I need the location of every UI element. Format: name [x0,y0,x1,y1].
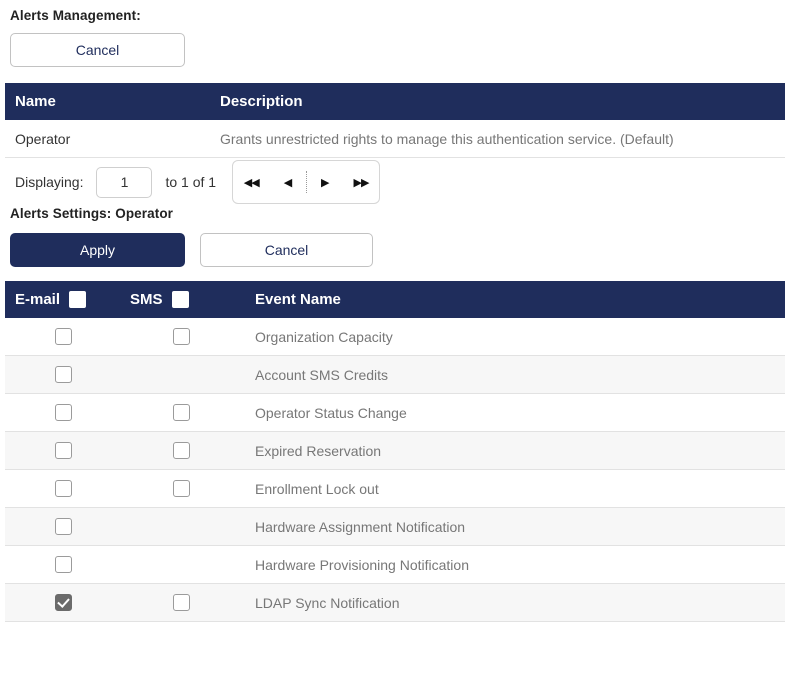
select-all-email-checkbox[interactable] [69,291,87,308]
sms-checkbox-cell [120,583,245,622]
sms-checkbox-cell [120,507,245,546]
role-name-cell: Operator [5,120,210,158]
sms-checkbox-cell [120,431,245,470]
pagination-label: Displaying: [15,174,84,190]
sms-checkbox[interactable] [173,594,190,612]
event-name-cell: LDAP Sync Notification [245,583,785,622]
email-checkbox-cell [5,355,120,394]
table-row[interactable]: Enrollment Lock out [5,469,785,508]
apply-button[interactable]: Apply [10,233,185,267]
sms-checkbox-cell [120,318,245,356]
column-header-event-name[interactable]: Event Name [245,281,785,318]
email-checkbox[interactable] [55,404,72,422]
table-row[interactable]: LDAP Sync Notification [5,583,785,622]
email-checkbox[interactable] [55,366,72,384]
table-row[interactable]: Operator Status Change [5,393,785,432]
sms-checkbox[interactable] [173,442,190,460]
pagination-bar: Displaying: to 1 of 1 ◀◀ ◀ ▶ ▶▶ [5,158,785,206]
table-row[interactable]: Hardware Assignment Notification [5,507,785,546]
column-header-email: E-mail [5,281,120,318]
email-checkbox-cell [5,393,120,432]
cancel-button-top[interactable]: Cancel [10,33,185,67]
role-description-cell: Grants unrestricted rights to manage thi… [210,120,785,158]
email-checkbox-cell [5,583,120,622]
column-header-sms: SMS [120,281,245,318]
management-actions: Cancel [5,33,785,67]
roles-table-header-row: Name Description [5,83,785,120]
page-number-input[interactable] [96,166,153,198]
sms-checkbox[interactable] [173,328,190,346]
cancel-button-bottom[interactable]: Cancel [200,233,373,267]
email-checkbox-cell [5,545,120,584]
email-checkbox-cell [5,431,120,470]
event-name-cell: Hardware Assignment Notification [245,507,785,546]
alerts-table-body: Organization Capacity Account SMS Credits… [5,318,785,622]
first-page-button[interactable]: ◀◀ [233,161,269,203]
email-checkbox-cell [5,469,120,508]
double-right-arrow-icon: ▶▶ [353,175,369,189]
sms-checkbox[interactable] [173,404,190,422]
table-row[interactable]: Hardware Provisioning Notification [5,545,785,584]
table-row[interactable]: Organization Capacity [5,318,785,356]
event-name-cell: Organization Capacity [245,318,785,356]
column-header-description[interactable]: Description [210,83,785,120]
table-row[interactable]: Account SMS Credits [5,355,785,394]
page-title: Alerts Management: [10,8,141,23]
email-checkbox[interactable] [55,594,72,612]
alerts-page: Alerts Management: Cancel Name Descripti… [0,0,790,688]
double-left-arrow-icon: ◀◀ [243,175,260,189]
right-arrow-icon: ▶ [320,175,330,189]
next-page-button[interactable]: ▶ [307,161,343,203]
column-header-sms-label: SMS [130,291,163,308]
table-row[interactable]: Operator Grants unrestricted rights to m… [5,120,785,158]
left-arrow-icon: ◀ [283,175,293,189]
sms-checkbox-cell [120,545,245,584]
select-all-sms-checkbox[interactable] [171,291,189,308]
sms-checkbox-cell [120,469,245,508]
sms-checkbox[interactable] [173,480,190,498]
previous-page-button[interactable]: ◀ [269,161,305,203]
alerts-table-header-row: E-mail SMS Event Name [5,281,785,318]
sms-checkbox-cell [120,355,245,394]
email-checkbox[interactable] [55,556,72,574]
last-page-button[interactable]: ▶▶ [343,161,379,203]
settings-title: Alerts Settings: Operator [10,206,174,221]
email-checkbox[interactable] [55,480,72,498]
email-checkbox-cell [5,318,120,356]
sms-checkbox-cell [120,393,245,432]
pagination-total-text: to 1 of 1 [165,174,217,190]
event-name-cell: Operator Status Change [245,393,785,432]
table-row[interactable]: Expired Reservation [5,431,785,470]
roles-table: Name Description Operator Grants unrestr… [5,83,785,158]
email-checkbox[interactable] [55,518,72,536]
column-header-email-label: E-mail [15,291,61,308]
email-checkbox[interactable] [55,442,72,460]
settings-actions: Apply Cancel [5,233,785,267]
column-header-name[interactable]: Name [5,83,210,120]
event-name-cell: Account SMS Credits [245,355,785,394]
email-checkbox[interactable] [55,328,72,346]
event-name-cell: Hardware Provisioning Notification [245,545,785,584]
alerts-settings-table: E-mail SMS Event Name Organization Capac… [5,281,785,622]
event-name-cell: Enrollment Lock out [245,469,785,508]
email-checkbox-cell [5,507,120,546]
event-name-cell: Expired Reservation [245,431,785,470]
pagination-buttons: ◀◀ ◀ ▶ ▶▶ [232,160,381,204]
